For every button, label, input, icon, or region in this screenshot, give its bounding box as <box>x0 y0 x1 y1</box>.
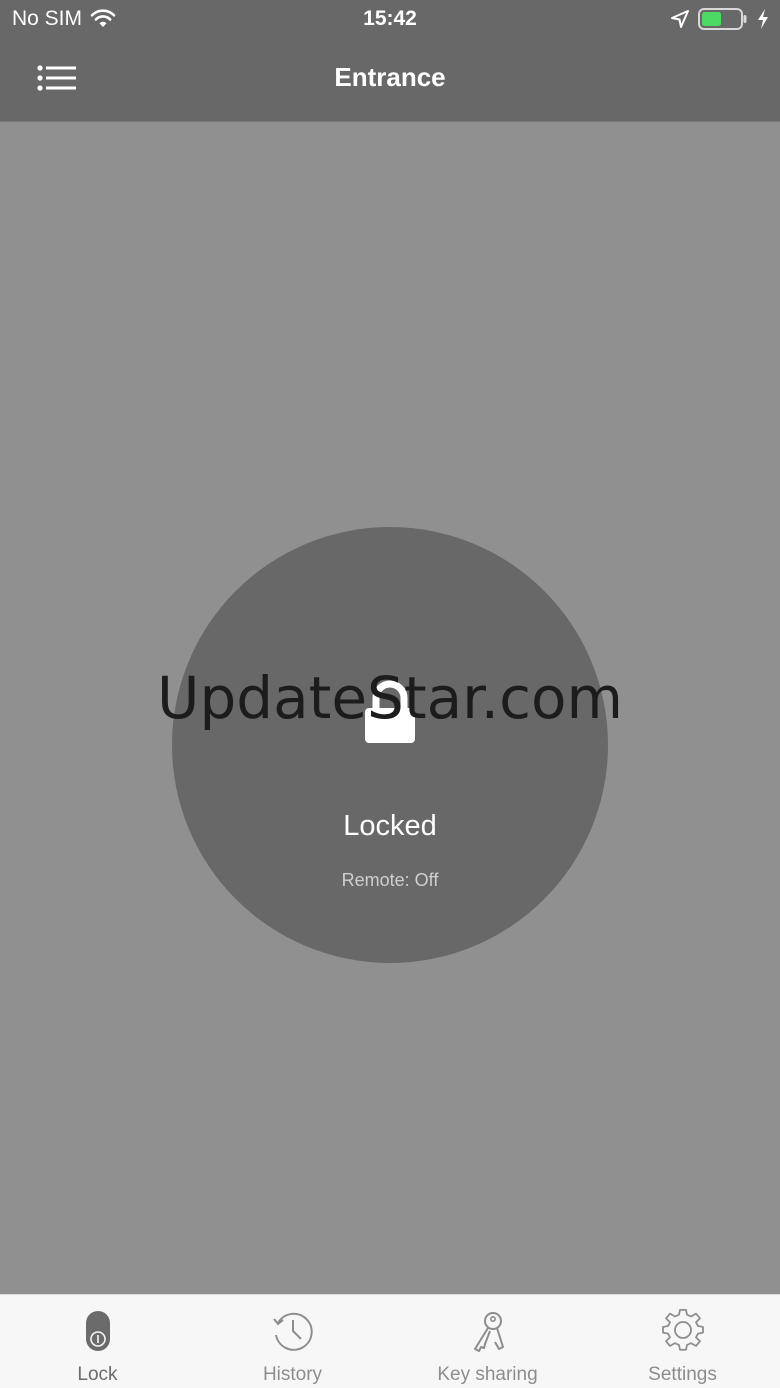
tab-settings-label: Settings <box>648 1364 717 1385</box>
status-right <box>670 8 770 30</box>
page-title: Entrance <box>334 62 446 92</box>
tab-key-sharing[interactable]: Key sharing <box>390 1295 585 1388</box>
lock-toggle-button[interactable] <box>172 527 608 963</box>
tab-bar: Lock History Key sharing Settings <box>0 1294 780 1388</box>
gear-icon <box>662 1309 704 1351</box>
history-clock-icon <box>273 1312 313 1351</box>
lock-tab-icon <box>86 1311 110 1351</box>
status-time: 15:42 <box>363 7 417 30</box>
lock-status-label: Locked <box>343 810 437 842</box>
charging-bolt-icon <box>758 9 768 29</box>
battery-icon <box>698 8 747 30</box>
location-arrow-icon <box>671 10 689 28</box>
key-sharing-icon <box>474 1312 504 1352</box>
nav-divider <box>0 121 780 122</box>
remote-status-label: Remote: Off <box>341 870 439 890</box>
tab-key-sharing-label: Key sharing <box>437 1364 538 1385</box>
tab-lock[interactable]: Lock <box>0 1295 195 1388</box>
status-bar: No SIM 15:42 <box>0 0 780 40</box>
tab-history[interactable]: History <box>195 1295 390 1388</box>
nav-bar: Entrance <box>0 40 780 121</box>
tab-history-label: History <box>262 1364 323 1385</box>
tab-settings[interactable]: Settings <box>585 1295 780 1388</box>
tab-lock-label: Lock <box>77 1364 118 1385</box>
watermark-text: UpdateStar.com <box>157 664 623 732</box>
